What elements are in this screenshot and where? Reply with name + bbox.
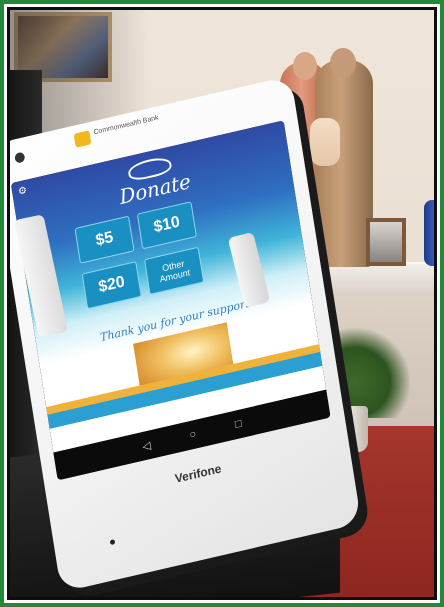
- amount-button-20[interactable]: $20: [81, 261, 142, 310]
- statue-joseph-head: [330, 48, 356, 78]
- other-amount-button[interactable]: Other Amount: [143, 246, 205, 295]
- gear-icon[interactable]: ⚙: [17, 185, 27, 198]
- statue-child: [310, 118, 340, 166]
- photo-scene: Commonwealth Bank ⚙ Donate $5 $10 $20 Ot…: [10, 10, 434, 597]
- photo-border-dark: Commonwealth Bank ⚙ Donate $5 $10 $20 Ot…: [7, 7, 437, 600]
- amount-button-5[interactable]: $5: [74, 215, 135, 264]
- recents-icon[interactable]: □: [234, 418, 242, 431]
- photo-border: Commonwealth Bank ⚙ Donate $5 $10 $20 Ot…: [0, 0, 444, 607]
- statue-mary-head: [293, 52, 317, 80]
- photo-border-inner: Commonwealth Bank ⚙ Donate $5 $10 $20 Ot…: [4, 4, 440, 603]
- back-icon[interactable]: ◁: [141, 438, 152, 453]
- bank-logo-icon: [73, 130, 92, 148]
- framed-photo: [366, 218, 406, 266]
- amount-button-10[interactable]: $10: [136, 201, 197, 250]
- home-icon[interactable]: ○: [189, 428, 197, 441]
- microphone-dot: [109, 539, 116, 546]
- camera-icon: [14, 151, 26, 164]
- blue-vase: [424, 200, 434, 266]
